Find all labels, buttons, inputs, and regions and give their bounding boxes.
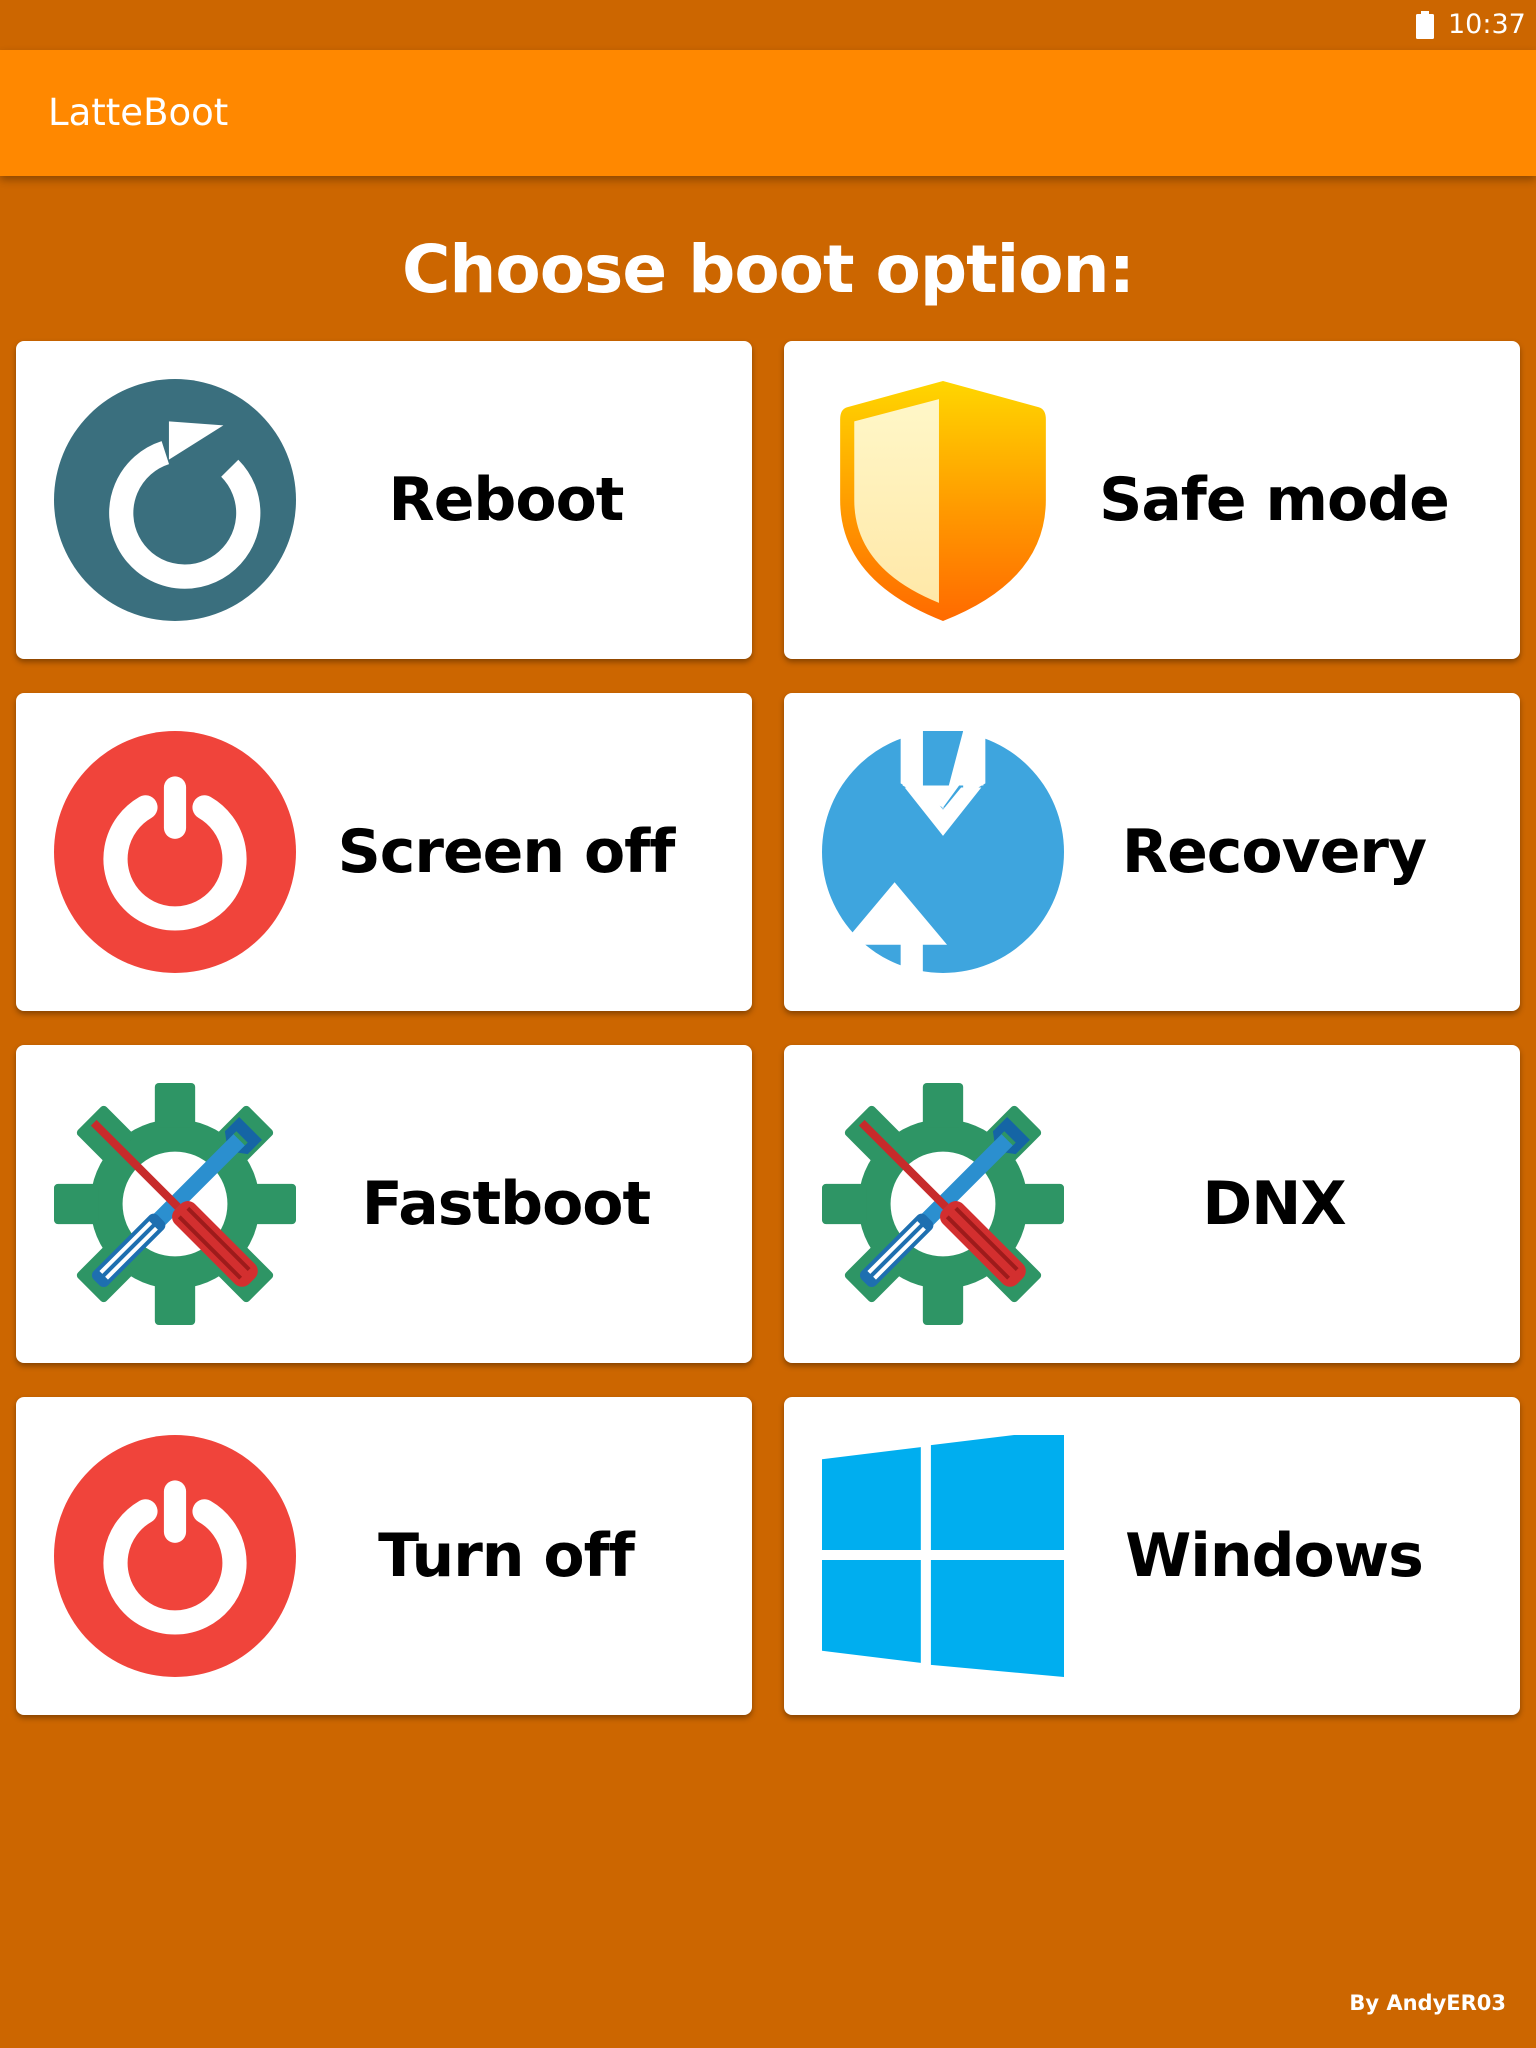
turn-off-label: Turn off [378,1521,635,1591]
reboot-icon [54,379,296,621]
app-bar: LatteBoot [0,50,1536,176]
shield-icon [822,379,1064,621]
tools-gear-icon [822,1083,1064,1325]
reboot-label: Reboot [388,465,625,535]
windows-label: Windows [1125,1521,1424,1591]
power-icon [54,1435,296,1677]
dnx-button[interactable]: DNX [784,1045,1520,1363]
author-credit: By AndyER03 [1349,1991,1506,2015]
app-title: LatteBoot [48,91,229,134]
fastboot-button[interactable]: Fastboot [16,1045,752,1363]
battery-icon [1416,11,1434,39]
screen-off-button[interactable]: Screen off [16,693,752,1011]
screen-off-label: Screen off [337,817,676,887]
recovery-button[interactable]: Recovery [784,693,1520,1011]
status-time: 10:37 [1448,9,1526,40]
recovery-icon [822,731,1064,973]
windows-button[interactable]: Windows [784,1397,1520,1715]
page-heading: Choose boot option: [401,231,1135,308]
reboot-button[interactable]: Reboot [16,341,752,659]
turn-off-button[interactable]: Turn off [16,1397,752,1715]
dnx-label: DNX [1202,1169,1346,1239]
power-icon [54,731,296,973]
tools-gear-icon [54,1083,296,1325]
fastboot-label: Fastboot [361,1169,651,1239]
recovery-label: Recovery [1121,817,1427,887]
status-bar: 10:37 [0,0,1536,50]
safe-mode-button[interactable]: Safe mode [784,341,1520,659]
boot-options-grid: Reboot Safe mode Screen off Recovery Fas… [16,341,1520,1717]
windows-logo-icon [822,1435,1064,1677]
safe-mode-label: Safe mode [1099,465,1450,535]
